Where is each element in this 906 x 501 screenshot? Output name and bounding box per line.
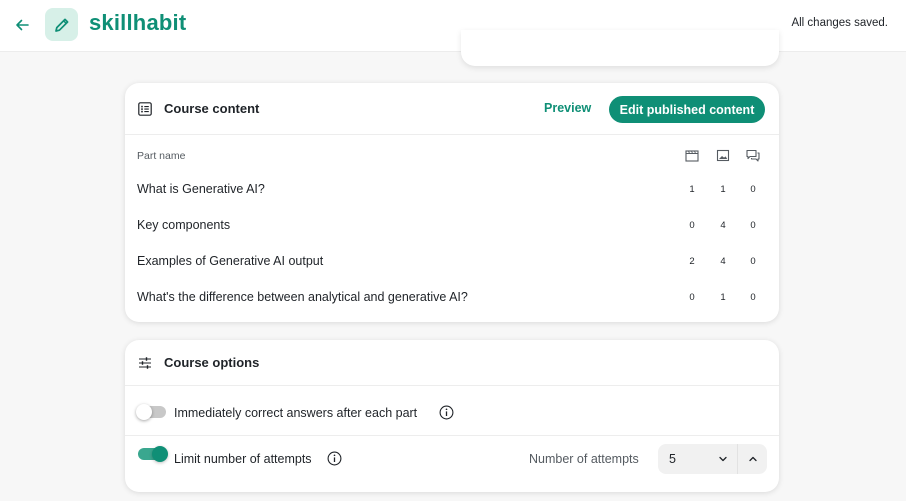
discussion-count: 0 [750, 184, 756, 195]
image-count: 4 [720, 220, 726, 231]
list-icon [138, 102, 152, 116]
pencil-icon [54, 18, 68, 32]
discussion-count: 0 [750, 256, 756, 267]
option-immediate-correct: Immediately correct answers after each p… [125, 386, 779, 436]
part-row-label[interactable]: Key components [137, 218, 230, 232]
info-icon[interactable] [439, 405, 454, 420]
course-content-title: Course content [164, 101, 260, 116]
video-count: 2 [689, 256, 695, 267]
discussion-count: 0 [750, 220, 756, 231]
info-icon[interactable] [327, 451, 342, 466]
part-row-label[interactable]: Examples of Generative AI output [137, 254, 323, 268]
chevron-down-icon [719, 456, 727, 462]
preview-link[interactable]: Preview [544, 101, 591, 115]
video-count: 0 [689, 292, 695, 303]
course-content-header: Course content Preview Edit published co… [125, 83, 779, 135]
image-icon [716, 149, 730, 162]
save-status: All changes saved. [791, 17, 888, 29]
brand-name: skillhabit [89, 10, 187, 35]
number-of-attempts-label: Number of attempts [529, 452, 639, 466]
column-header-part-name: Part name [137, 150, 186, 162]
image-count: 4 [720, 256, 726, 267]
course-content-card: Course content Preview Edit published co… [125, 83, 779, 322]
attempts-input[interactable] [669, 452, 709, 466]
video-count: 0 [689, 220, 695, 231]
film-icon [685, 150, 699, 162]
discussion-count: 0 [750, 292, 756, 303]
logo-badge [45, 8, 78, 41]
image-count: 1 [720, 292, 726, 303]
video-count: 1 [689, 184, 695, 195]
option-limit-attempts: Limit number of attempts Number of attem… [125, 436, 779, 492]
decrement-button[interactable] [708, 444, 738, 474]
increment-button[interactable] [737, 444, 767, 474]
part-row-label[interactable]: What's the difference between analytical… [137, 290, 468, 304]
course-options-header: Course options [125, 340, 779, 386]
chevron-up-icon [748, 456, 757, 462]
part-row-label[interactable]: What is Generative AI? [137, 182, 265, 196]
course-options-title: Course options [164, 355, 260, 370]
back-arrow-icon[interactable] [10, 13, 34, 37]
limit-attempts-label: Limit number of attempts [174, 452, 312, 466]
attempts-stepper [658, 444, 767, 474]
course-options-card: Course options Immediately correct answe… [125, 340, 779, 492]
previous-card [461, 30, 779, 66]
immediate-correct-toggle[interactable] [136, 404, 166, 420]
edit-published-content-button[interactable]: Edit published content [609, 96, 765, 123]
image-count: 1 [720, 184, 726, 195]
sliders-icon [139, 357, 151, 369]
immediate-correct-label: Immediately correct answers after each p… [174, 406, 418, 420]
chat-icon [746, 149, 760, 162]
limit-attempts-toggle[interactable] [138, 446, 168, 462]
